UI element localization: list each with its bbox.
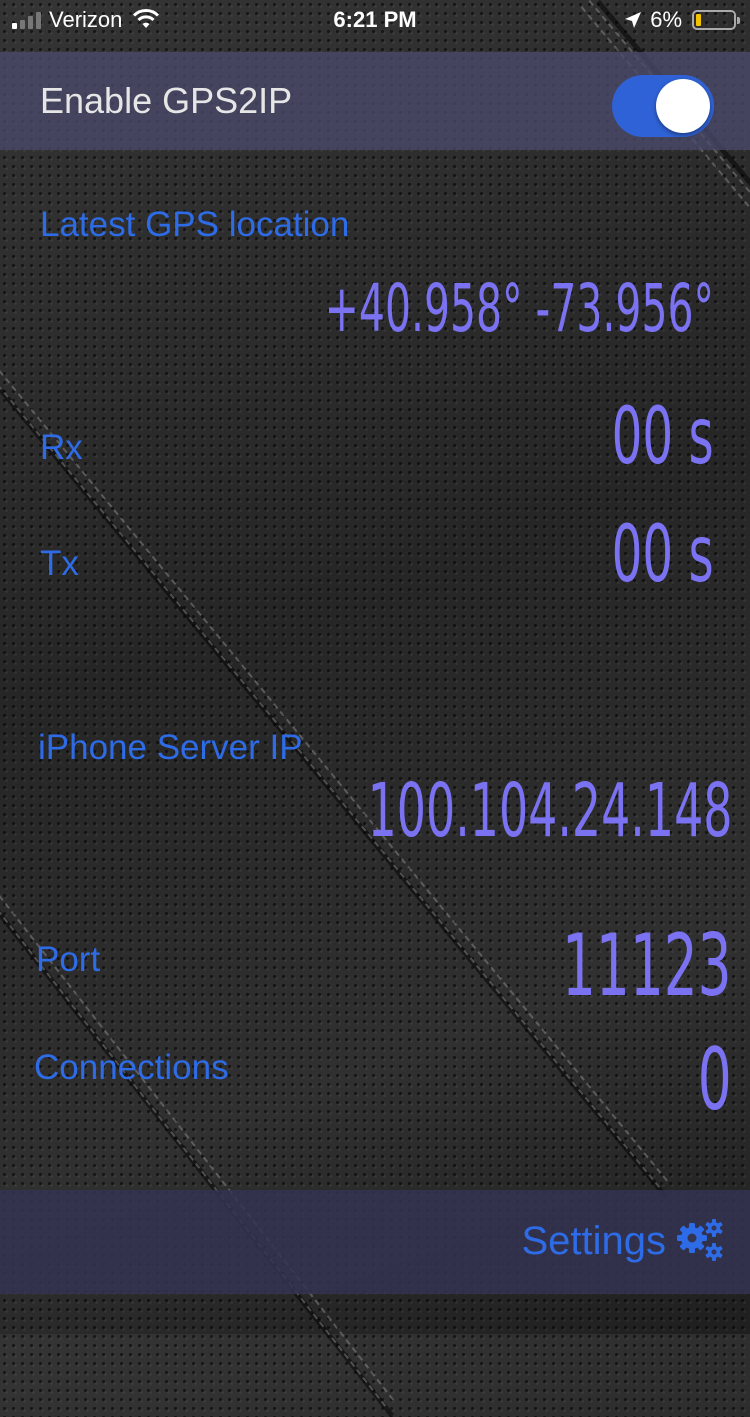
enable-gps2ip-toggle[interactable]: [612, 75, 714, 137]
server-ip-label: iPhone Server IP: [38, 728, 303, 767]
status-bar: Verizon 6:21 PM 6%: [0, 0, 750, 40]
bottom-safe-area: [0, 1294, 750, 1334]
rx-value: 00 s: [611, 392, 714, 482]
tx-label: Tx: [40, 544, 79, 583]
port-value: 11123: [562, 916, 732, 1016]
gps-location-value: +40.958° -73.956°: [324, 270, 714, 347]
rx-label: Rx: [40, 428, 83, 467]
gps-location-label: Latest GPS location: [40, 205, 350, 244]
settings-label: Settings: [521, 1218, 666, 1263]
settings-button[interactable]: Settings: [521, 1218, 726, 1264]
server-ip-value: 100.104.24.148: [367, 768, 732, 854]
tx-value: 00 s: [611, 510, 714, 600]
gears-icon: [677, 1219, 723, 1261]
battery-percent: 6%: [650, 7, 682, 32]
enable-gps2ip-label: Enable GPS2IP: [40, 80, 293, 121]
toggle-knob: [656, 79, 710, 133]
leather-groove: [0, 910, 395, 1417]
header-bar: Enable GPS2IP: [0, 52, 750, 150]
connections-value: 0: [698, 1030, 732, 1130]
battery-icon: [692, 10, 740, 30]
connections-label: Connections: [34, 1048, 229, 1087]
footer-bar: Settings: [0, 1190, 750, 1294]
port-label: Port: [36, 940, 101, 979]
location-arrow-icon: [625, 12, 642, 28]
